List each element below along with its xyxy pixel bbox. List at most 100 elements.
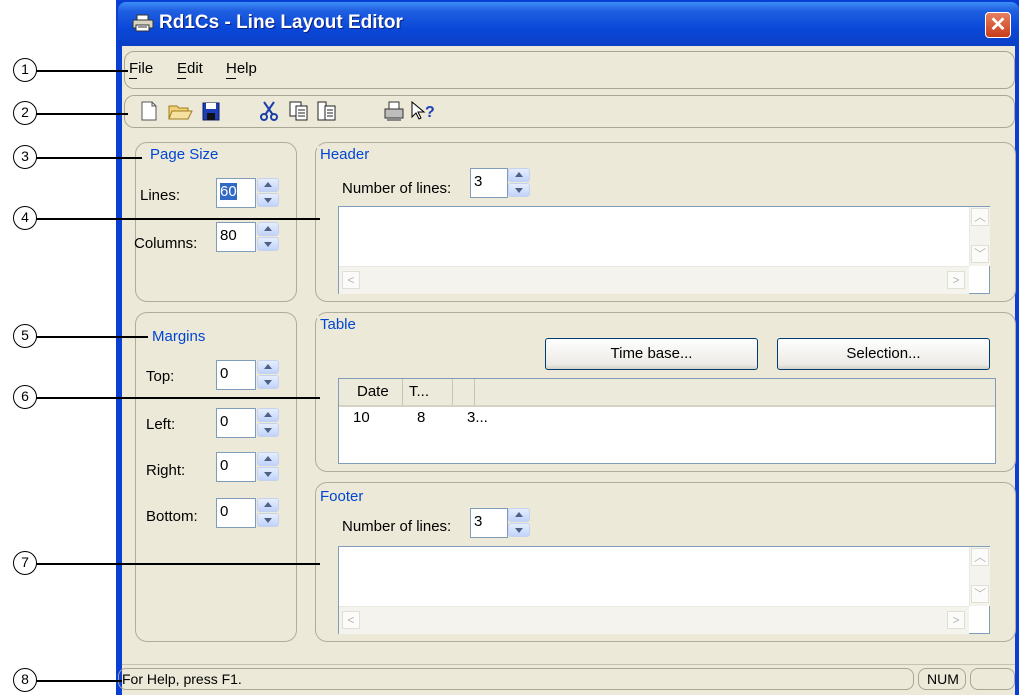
scroll-right-icon[interactable]: > <box>947 611 965 629</box>
right-margin-spinner[interactable] <box>257 452 281 482</box>
header-title: Header <box>317 146 373 163</box>
callout-7: 7 <box>13 551 37 575</box>
column-header-date[interactable]: Date <box>339 379 403 405</box>
column-header-t[interactable]: T... <box>403 379 453 405</box>
header-vscrollbar[interactable]: ︿ ﹀ <box>969 207 990 266</box>
mnemonic-underline-help <box>226 78 236 79</box>
table-listview[interactable]: Date T... 10 8 3... <box>338 378 996 464</box>
left-margin-label: Left: <box>146 416 176 433</box>
lines-label: Lines: <box>140 187 181 204</box>
callout-line <box>36 113 128 115</box>
column-header-blank[interactable] <box>453 379 475 405</box>
spin-up-icon[interactable] <box>257 360 279 374</box>
header-lines-input[interactable]: 3 <box>470 168 508 198</box>
columns-label: Columns: <box>134 235 198 252</box>
scroll-down-icon[interactable]: ﹀ <box>971 585 989 603</box>
spin-down-icon[interactable] <box>257 513 279 527</box>
scroll-left-icon[interactable]: < <box>342 611 360 629</box>
callout-6: 6 <box>13 385 37 409</box>
header-hscrollbar[interactable]: < > <box>339 266 969 294</box>
callout-line <box>36 563 320 565</box>
callout-line <box>36 157 142 159</box>
open-folder-icon[interactable] <box>168 100 193 122</box>
status-empty-pane <box>970 668 1015 690</box>
table-cell: 3... <box>467 409 488 426</box>
callout-line <box>36 397 320 399</box>
spin-down-icon[interactable] <box>508 183 530 197</box>
callout-8: 8 <box>13 668 37 692</box>
menu-file[interactable]: File <box>129 60 153 77</box>
left-margin-spinner[interactable] <box>257 408 281 438</box>
menu-bar <box>124 51 1015 89</box>
table-cell: 8 <box>417 409 426 426</box>
printer-app-icon <box>132 14 154 32</box>
bottom-margin-label: Bottom: <box>146 508 198 525</box>
page-size-title: Page Size <box>147 146 222 163</box>
lines-input[interactable]: 60 <box>216 178 256 208</box>
spin-up-icon[interactable] <box>257 498 279 512</box>
close-button[interactable]: ✕ <box>985 12 1011 38</box>
scroll-right-icon[interactable]: > <box>947 271 965 289</box>
save-disk-icon[interactable] <box>200 100 222 122</box>
mnemonic-underline-edit <box>177 78 186 79</box>
paste-icon[interactable] <box>316 100 338 122</box>
spin-up-icon[interactable] <box>257 452 279 466</box>
footer-lines-label: Number of lines: <box>342 518 452 535</box>
spin-down-icon[interactable] <box>257 193 279 207</box>
right-margin-input[interactable]: 0 <box>216 452 256 482</box>
spin-up-icon[interactable] <box>508 168 530 182</box>
footer-hscrollbar[interactable]: < > <box>339 606 969 634</box>
menu-file-label: File <box>129 60 154 77</box>
top-margin-input[interactable]: 0 <box>216 360 256 390</box>
time-base-button[interactable]: Time base... <box>545 338 758 370</box>
bottom-margin-spinner[interactable] <box>257 498 281 528</box>
footer-title: Footer <box>317 488 367 505</box>
callout-5: 5 <box>13 324 37 348</box>
mnemonic-underline-file <box>129 78 137 79</box>
spin-down-icon[interactable] <box>257 237 279 251</box>
menu-edit[interactable]: Edit <box>177 60 203 77</box>
table-row[interactable]: 10 8 3... <box>339 409 995 431</box>
callout-line <box>36 70 128 72</box>
status-help-text: For Help, press F1. <box>118 668 914 690</box>
spin-up-icon[interactable] <box>257 222 279 236</box>
footer-lines-spinner[interactable] <box>508 508 532 538</box>
scroll-up-icon[interactable]: ︿ <box>971 208 989 226</box>
footer-lines-input[interactable]: 3 <box>470 508 508 538</box>
top-margin-spinner[interactable] <box>257 360 281 390</box>
spin-down-icon[interactable] <box>257 375 279 389</box>
listview-header: Date T... <box>339 379 995 407</box>
menu-help-label: Help <box>226 60 257 77</box>
selection-button[interactable]: Selection... <box>777 338 990 370</box>
scroll-down-icon[interactable]: ﹀ <box>971 245 989 263</box>
spin-up-icon[interactable] <box>257 408 279 422</box>
spin-down-icon[interactable] <box>257 423 279 437</box>
header-lines-label: Number of lines: <box>342 180 452 197</box>
spin-down-icon[interactable] <box>257 467 279 481</box>
callout-line <box>36 218 320 220</box>
scroll-up-icon[interactable]: ︿ <box>971 548 989 566</box>
spin-up-icon[interactable] <box>508 508 530 522</box>
num-lock-indicator: NUM <box>918 668 966 690</box>
footer-vscrollbar[interactable]: ︿ ﹀ <box>969 547 990 606</box>
new-document-icon[interactable] <box>138 100 160 122</box>
lines-spinner[interactable] <box>257 178 281 208</box>
menu-help[interactable]: Help <box>226 60 257 77</box>
table-title: Table <box>317 316 359 333</box>
menu-edit-label: Edit <box>177 60 203 77</box>
callout-3: 3 <box>13 145 37 169</box>
scroll-left-icon[interactable]: < <box>342 271 360 289</box>
columns-input[interactable]: 80 <box>216 222 256 252</box>
bottom-margin-input[interactable]: 0 <box>216 498 256 528</box>
print-icon[interactable] <box>383 100 405 122</box>
spin-down-icon[interactable] <box>508 523 530 537</box>
callout-1: 1 <box>13 58 37 82</box>
svg-text:?: ? <box>425 104 435 121</box>
cut-scissors-icon[interactable] <box>258 100 280 122</box>
left-margin-input[interactable]: 0 <box>216 408 256 438</box>
copy-icon[interactable] <box>288 100 310 122</box>
header-lines-spinner[interactable] <box>508 168 532 198</box>
columns-spinner[interactable] <box>257 222 281 252</box>
context-help-icon[interactable]: ? <box>410 100 435 122</box>
spin-up-icon[interactable] <box>257 178 279 192</box>
